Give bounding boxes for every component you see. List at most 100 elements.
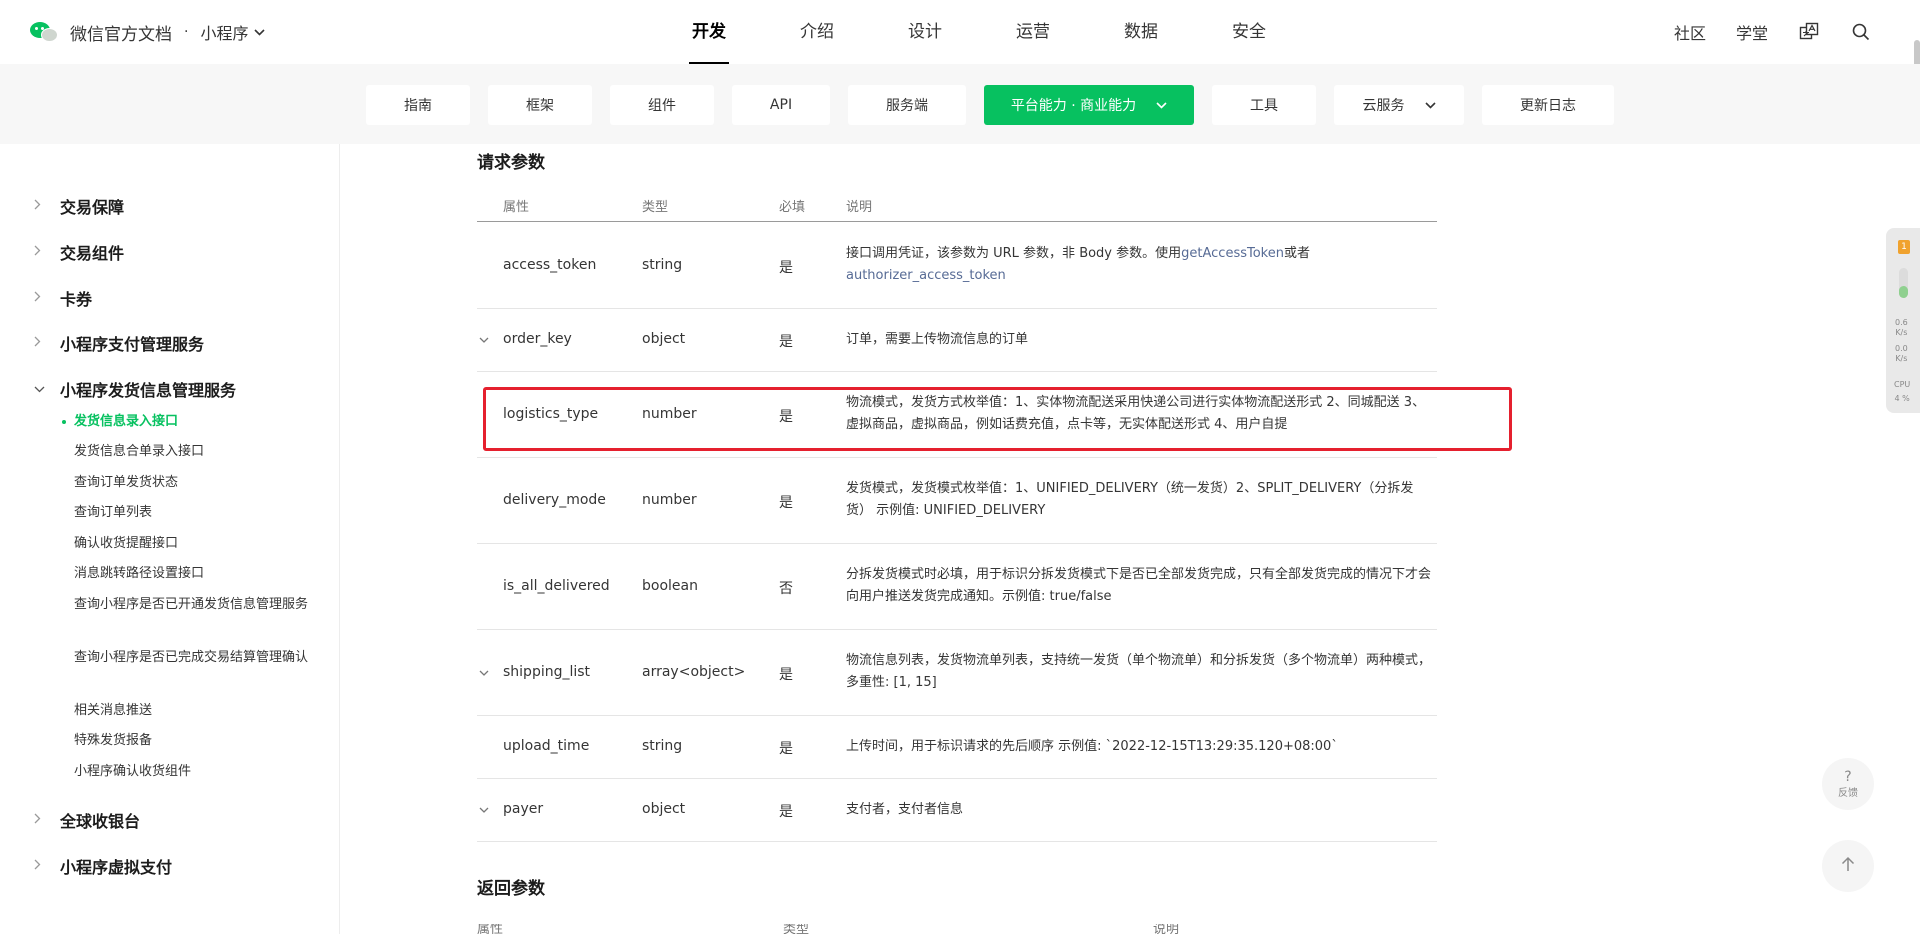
param-required: 是: [779, 260, 793, 276]
column-header: 说明: [1153, 924, 1180, 934]
product-switcher[interactable]: 小程序: [200, 20, 248, 44]
param-desc: 上传时间，用于标识请求的先后顺序 示例值: `2022-12-15T13:29:…: [846, 739, 1338, 754]
brand-title[interactable]: 微信官方文档: [70, 20, 172, 45]
subnav-server[interactable]: 服务端: [848, 85, 966, 125]
sidebar-section[interactable]: 交易组件: [34, 240, 124, 264]
table-header: 属性 类型 必填 说明: [477, 192, 1437, 222]
sidebar-section[interactable]: 小程序虚拟支付: [34, 854, 172, 878]
table-row: delivery_mode number 是 发货模式，发货模式枚举值：1、UN…: [477, 458, 1437, 544]
wechat-logo-icon: [30, 20, 60, 44]
subnav-api[interactable]: API: [732, 85, 830, 125]
sidebar-section-label: 小程序虚拟支付: [60, 858, 173, 877]
nav-develop[interactable]: 开发: [655, 0, 763, 64]
sidebar-item[interactable]: 查询小程序是否已开通发货信息管理服务: [74, 594, 314, 616]
subnav-platform-label: 平台能力 · 商业能力: [1010, 98, 1137, 114]
subnav-tools[interactable]: 工具: [1212, 85, 1316, 125]
param-name: payer: [503, 801, 544, 817]
brand[interactable]: 微信官方文档 · 小程序: [30, 18, 266, 46]
sidebar-section-expanded[interactable]: 小程序发货信息管理服务: [34, 377, 236, 401]
param-desc: 支付者，支付者信息: [846, 802, 964, 817]
subnav-component[interactable]: 组件: [610, 85, 714, 125]
chevron-down-icon: [1156, 98, 1167, 112]
chevron-down-icon: [1424, 98, 1436, 112]
sidebar-item[interactable]: 特殊发货报备: [74, 730, 314, 752]
sidebar-section[interactable]: 卡券: [34, 286, 92, 310]
table-row: order_key object 是 订单，需要上传物流信息的订单: [477, 309, 1437, 372]
param-name: is_all_delivered: [503, 578, 610, 594]
param-desc: 接口调用凭证，该参数为 URL 参数，非 Body 参数。使用getAccess…: [846, 243, 1436, 287]
getaccesstoken-link[interactable]: getAccessToken: [1181, 246, 1284, 261]
translate-icon[interactable]: [1798, 21, 1820, 43]
sidebar-section-label: 交易保障: [60, 198, 125, 217]
expand-chevron-icon[interactable]: [479, 803, 489, 816]
sidebar-section-label: 交易组件: [60, 244, 125, 263]
subnav-framework[interactable]: 框架: [488, 85, 592, 125]
battery-icon: [1899, 268, 1908, 298]
param-type: boolean: [642, 578, 698, 594]
subnav-cloud-label: 云服务: [1362, 98, 1405, 114]
right-nav: 社区 学堂: [1644, 0, 1872, 64]
table-row: is_all_delivered boolean 否 分拆发货模式时必填，用于标…: [477, 544, 1437, 630]
param-type: number: [642, 492, 697, 508]
sidebar-item-active[interactable]: 发货信息录入接口: [62, 411, 314, 433]
param-name: shipping_list: [503, 664, 591, 680]
param-required: 是: [779, 804, 793, 820]
sidebar-item[interactable]: 相关消息推送: [74, 700, 314, 722]
sidebar: 交易保障 交易组件 卡券 小程序支付管理服务 小程序发货信息管理服务 发货信息录…: [0, 144, 340, 934]
sidebar-item[interactable]: 消息跳转路径设置接口: [74, 563, 314, 585]
response-params-title: 返回参数: [477, 879, 545, 899]
back-to-top-button[interactable]: [1822, 840, 1874, 892]
sidebar-item[interactable]: 查询小程序是否已完成交易结算管理确认: [74, 647, 314, 669]
param-desc: 订单，需要上传物流信息的订单: [846, 332, 1029, 347]
sidebar-item[interactable]: 确认收货提醒接口: [74, 533, 314, 555]
search-icon[interactable]: [1850, 21, 1872, 43]
network-monitor-widget[interactable]: 1 0.6 K/s 0.0 K/s CPU 4 %: [1886, 228, 1920, 413]
subnav-guide[interactable]: 指南: [366, 85, 470, 125]
param-desc: 分拆发货模式时必填，用于标识分拆发货模式下是否已全部发货完成，只有全部发货完成的…: [846, 567, 1432, 604]
chevron-right-icon: [34, 245, 46, 259]
subnav-changelog[interactable]: 更新日志: [1482, 85, 1614, 125]
nav-intro[interactable]: 介绍: [763, 0, 871, 64]
sidebar-item[interactable]: 发货信息合单录入接口: [74, 441, 314, 463]
chevron-right-icon: [34, 813, 46, 827]
param-type: string: [642, 257, 683, 273]
sidebar-item[interactable]: 查询订单发货状态: [74, 472, 314, 494]
chevron-down-icon[interactable]: [254, 25, 266, 39]
brand-separator: ·: [184, 24, 189, 40]
column-header: 必填: [779, 200, 806, 215]
nav-operate[interactable]: 运营: [979, 0, 1087, 64]
sidebar-section-label: 卡券: [60, 290, 93, 309]
nav-data[interactable]: 数据: [1087, 0, 1195, 64]
expand-chevron-icon[interactable]: [479, 666, 489, 679]
param-type: object: [642, 331, 686, 347]
feedback-button[interactable]: ? 反馈: [1822, 758, 1874, 810]
net-down-unit: K/s: [1895, 354, 1908, 363]
academy-link[interactable]: 学堂: [1736, 20, 1768, 44]
community-link[interactable]: 社区: [1674, 20, 1706, 44]
sidebar-section[interactable]: 交易保障: [34, 194, 124, 218]
authorizer-access-token-link[interactable]: authorizer_access_token: [846, 268, 1006, 283]
chevron-right-icon: [34, 291, 46, 305]
param-name: delivery_mode: [503, 492, 606, 508]
table-row: payer object 是 支付者，支付者信息: [477, 779, 1437, 842]
nav-security[interactable]: 安全: [1195, 0, 1303, 64]
top-header: 微信官方文档 · 小程序 开发 介绍 设计 运营 数据 安全 社区 学堂: [0, 0, 1920, 64]
param-desc-text: 接口调用凭证，该参数为 URL 参数，非 Body 参数。使用: [846, 246, 1182, 261]
subnav-cloud[interactable]: 云服务: [1334, 85, 1464, 125]
arrow-up-icon: [1841, 856, 1855, 876]
chevron-right-icon: [34, 336, 46, 350]
feedback-label: 反馈: [1838, 787, 1858, 799]
nav-design[interactable]: 设计: [871, 0, 979, 64]
sidebar-section[interactable]: 全球收银台: [34, 808, 140, 832]
sidebar-item[interactable]: 查询订单列表: [74, 502, 314, 524]
sidebar-section[interactable]: 小程序支付管理服务: [34, 331, 204, 355]
param-name: logistics_type: [503, 406, 599, 422]
cpu-label: CPU: [1894, 380, 1911, 389]
param-name: upload_time: [503, 738, 590, 754]
subnav-platform[interactable]: 平台能力 · 商业能力: [984, 85, 1194, 125]
net-up-unit: K/s: [1895, 328, 1908, 337]
sidebar-item[interactable]: 小程序确认收货组件: [74, 761, 314, 783]
expand-chevron-icon[interactable]: [479, 333, 489, 346]
net-down: 0.0 K/s: [1895, 344, 1908, 364]
chevron-right-icon: [34, 199, 46, 213]
